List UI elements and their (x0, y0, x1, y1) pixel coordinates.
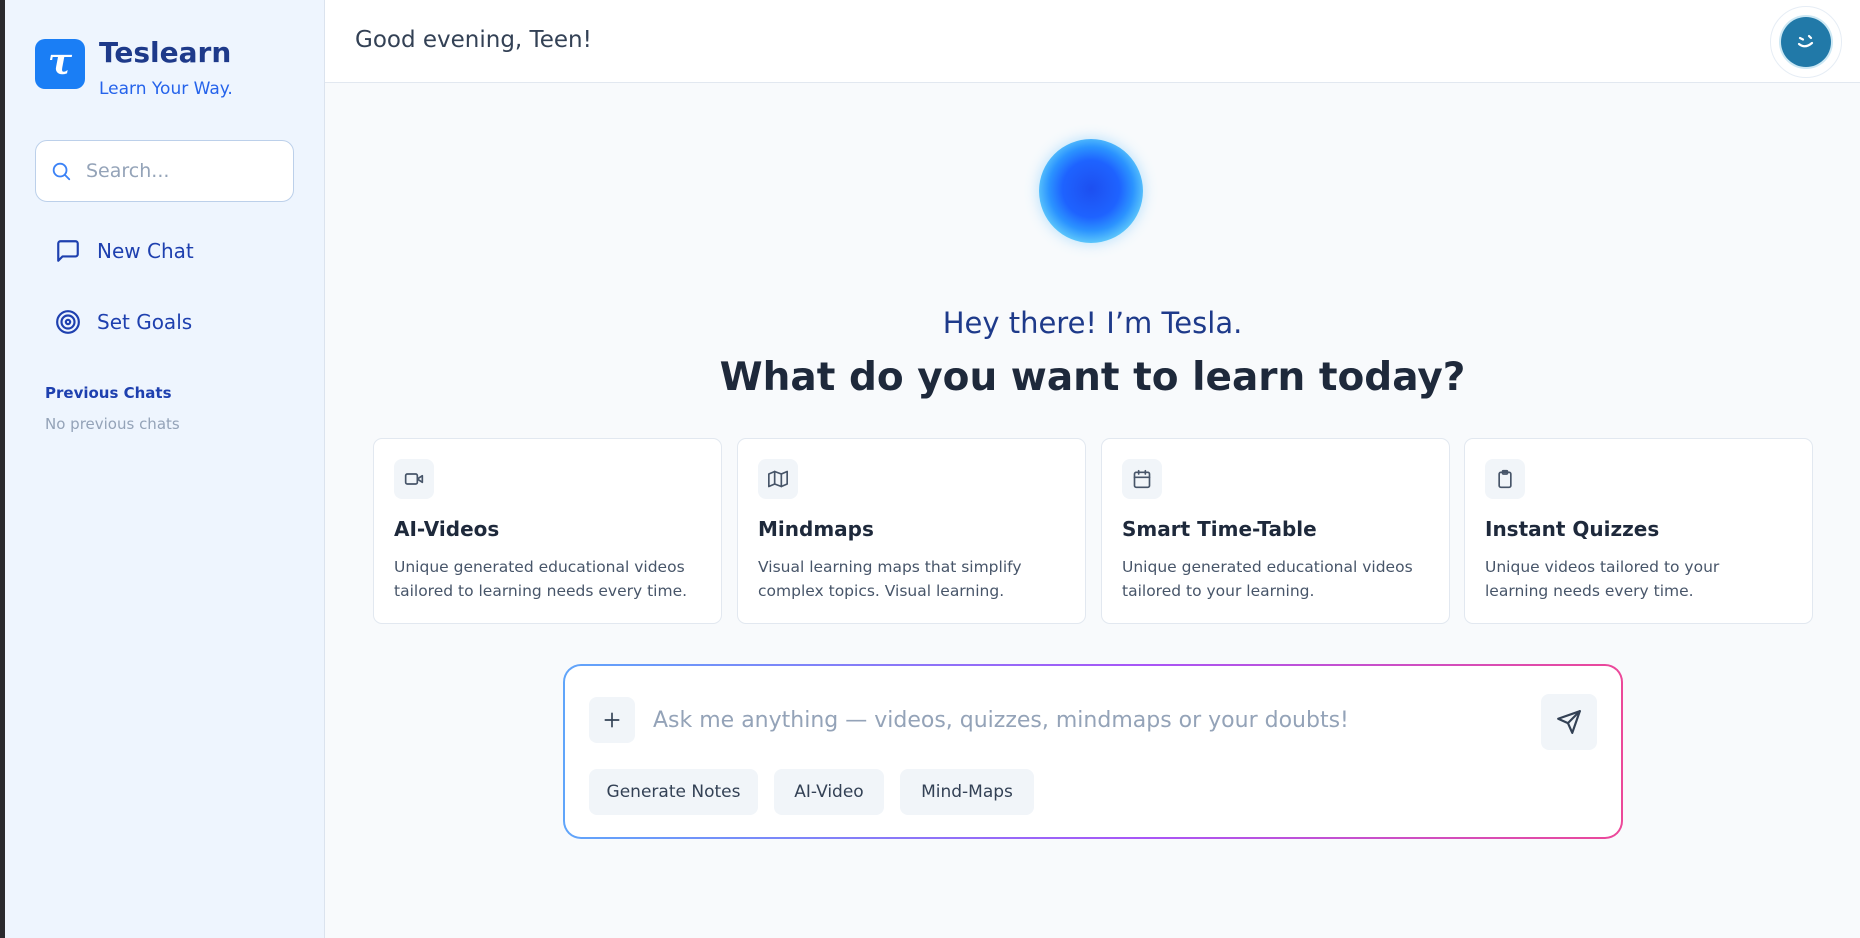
feature-card-instant-quizzes[interactable]: Instant Quizzes Unique videos tailored t… (1464, 438, 1813, 624)
new-chat-button[interactable]: New Chat (55, 238, 194, 264)
card-title: Mindmaps (758, 517, 874, 541)
greeting: Good evening, Teen! (355, 27, 592, 53)
card-icon-box (1122, 459, 1162, 499)
clipboard-icon (1498, 469, 1512, 489)
app-tagline: Learn Your Way. (99, 79, 233, 99)
card-icon-box (394, 459, 434, 499)
previous-chats-empty: No previous chats (45, 415, 180, 433)
tesla-orb-avatar (1039, 139, 1143, 243)
search-box[interactable] (35, 140, 294, 202)
attach-button[interactable] (589, 697, 635, 743)
feature-card-ai-videos[interactable]: AI-Videos Unique generated educational v… (373, 438, 722, 624)
calendar-icon (1133, 469, 1151, 489)
avatar (1781, 17, 1831, 67)
sidebar: τ Teslearn Learn Your Way. New Chat Set … (5, 0, 325, 938)
set-goals-button[interactable]: Set Goals (55, 309, 192, 335)
card-icon-box (758, 459, 798, 499)
winking-face-icon (1797, 34, 1814, 48)
ai-video-chip[interactable]: AI-Video (774, 769, 884, 815)
search-icon (52, 162, 71, 181)
assistant-intro: Hey there! I’m Tesla. (942, 306, 1243, 340)
card-description: Unique generated educational videos tail… (1122, 558, 1413, 600)
card-description: Unique videos tailored to your learning … (1485, 558, 1720, 600)
feature-card-mindmaps[interactable]: Mindmaps Visual learning maps that simpl… (737, 438, 1086, 624)
app-logo: τ (35, 39, 85, 89)
top-bar: Good evening, Teen! (325, 0, 1860, 83)
composer-body: Generate Notes AI-Video Mind-Maps (565, 666, 1621, 837)
mind-maps-chip[interactable]: Mind-Maps (900, 769, 1034, 815)
send-button[interactable] (1541, 694, 1597, 750)
card-title: Smart Time-Table (1122, 517, 1317, 541)
card-description: Visual learning maps that simplify compl… (758, 558, 1022, 600)
map-icon (768, 470, 788, 488)
set-goals-label: Set Goals (97, 310, 193, 334)
search-input[interactable] (86, 160, 276, 182)
feature-card-smart-time-table[interactable]: Smart Time-Table Unique generated educat… (1101, 438, 1450, 624)
card-description: Unique generated educational videos tail… (394, 558, 688, 600)
brand[interactable]: τ Teslearn Learn Your Way. (35, 39, 233, 99)
page-headline: What do you want to learn today? (719, 355, 1466, 400)
video-icon (404, 473, 424, 485)
new-chat-label: New Chat (97, 239, 194, 263)
ask-input[interactable] (653, 700, 1473, 740)
chat-composer: Generate Notes AI-Video Mind-Maps (563, 664, 1623, 839)
message-square-icon (57, 240, 79, 262)
previous-chats-heading: Previous Chats (45, 384, 172, 402)
brand-text: Teslearn Learn Your Way. (99, 36, 233, 100)
send-icon (1557, 710, 1581, 734)
target-icon (56, 310, 80, 334)
card-icon-box (1485, 459, 1525, 499)
plus-icon (604, 712, 620, 728)
app-name: Teslearn (99, 36, 232, 69)
user-avatar-button[interactable] (1770, 6, 1842, 78)
generate-notes-chip[interactable]: Generate Notes (589, 769, 758, 815)
card-title: Instant Quizzes (1485, 517, 1660, 541)
card-title: AI-Videos (394, 517, 500, 541)
